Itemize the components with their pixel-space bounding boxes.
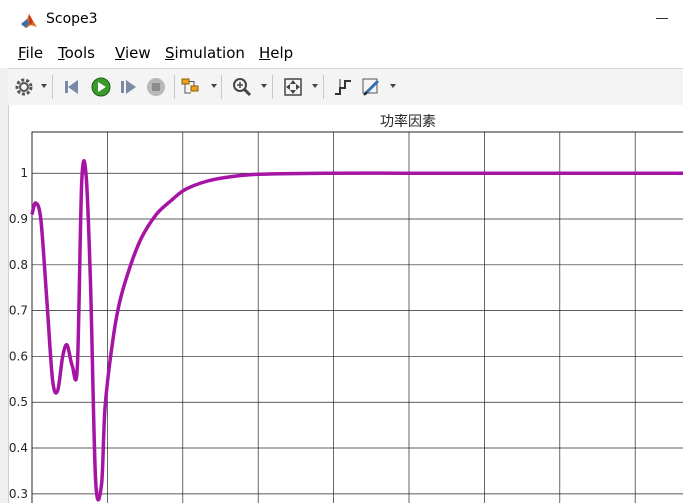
grid-lines [31, 131, 683, 503]
y-tick-label: 0.7 [9, 304, 28, 318]
y-tick-labels: 0.3 0.4 0.5 0.6 0.7 0.8 0.9 1 [9, 166, 28, 501]
y-tick-label: 0.8 [9, 258, 28, 272]
y-tick-label: 0.5 [9, 395, 28, 409]
axes-box [31, 131, 683, 503]
scope-window: Scope3 File Tools View Simulation Help 0… [0, 0, 683, 503]
y-tick-label: 0.3 [9, 487, 28, 501]
y-tick-label: 0.6 [9, 349, 28, 363]
y-tick-label: 0.9 [9, 212, 28, 226]
power-factor-chart[interactable]: 0.3 0.4 0.5 0.6 0.7 0.8 0.9 1 功率因素 [0, 0, 683, 503]
chart-title: 功率因素 [380, 113, 436, 130]
y-tick-label: 1 [20, 166, 28, 180]
y-tick-label: 0.4 [9, 441, 28, 455]
